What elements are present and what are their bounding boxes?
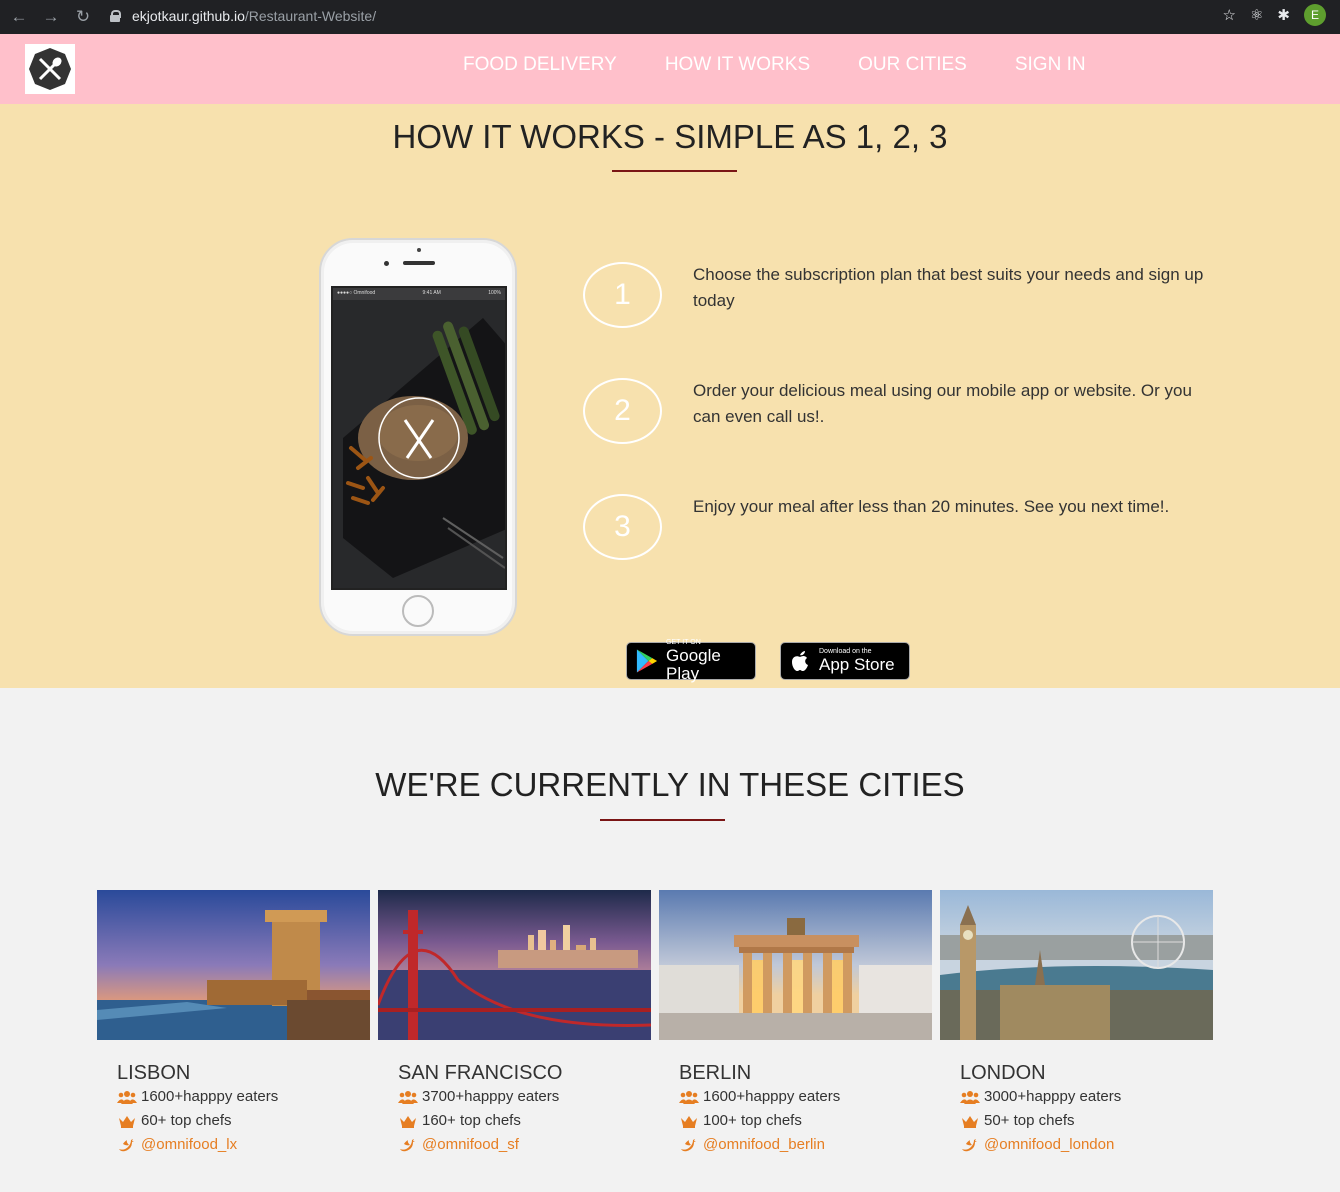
step-number: 3 (583, 494, 662, 560)
extensions-icon[interactable]: ✱ (1277, 6, 1290, 24)
city-name: SAN FRANCISCO (398, 1062, 563, 1084)
step-number: 2 (583, 378, 662, 444)
users-icon (398, 1091, 418, 1104)
san-francisco-photo (378, 890, 651, 1040)
step-text: Order your delicious meal using our mobi… (693, 381, 1192, 426)
chefs-stat: 60+ top chefs (117, 1109, 370, 1133)
nav-how-it-works[interactable]: HOW IT WORKS (665, 54, 810, 76)
reload-icon[interactable]: ↻ (70, 4, 96, 30)
city-card-berlin: BERLIN 1600+happpy eaters 100+ top chefs… (659, 890, 932, 1157)
site-logo[interactable] (25, 44, 75, 94)
how-it-works-section: HOW IT WORKS - SIMPLE AS 1, 2, 3 ●●●●○ O… (0, 104, 1340, 688)
google-play-badge[interactable]: GET IT ON Google Play (626, 639, 756, 683)
berlin-photo (659, 890, 932, 1040)
eaters-stat: 3700+happpy eaters (398, 1085, 651, 1109)
twitter-icon (119, 1139, 134, 1152)
google-play-big-text: Google Play (666, 646, 721, 683)
main-nav: FOOD DELIVERY HOW IT WORKS OUR CITIES SI… (463, 54, 1086, 76)
city-card-lisbon: LISBON 1600+happpy eaters 60+ top chefs … (97, 890, 370, 1157)
nav-sign-in[interactable]: SIGN IN (1015, 54, 1086, 76)
twitter-handle[interactable]: @omnifood_london (960, 1133, 1213, 1157)
crown-icon (119, 1116, 135, 1128)
eaters-stat: 3000+happpy eaters (960, 1085, 1213, 1109)
twitter-icon (681, 1139, 696, 1152)
city-name: BERLIN (679, 1062, 752, 1084)
browser-toolbar: ← → ↻ ekjotkaur.github.io/Restaurant-Web… (0, 0, 1340, 34)
back-icon[interactable]: ← (6, 4, 32, 30)
step-3: 3 Enjoy your meal after less than 20 min… (583, 494, 1223, 560)
city-card-san-francisco: SAN FRANCISCO 3700+happpy eaters 160+ to… (378, 890, 651, 1157)
title-underline (612, 170, 737, 172)
profile-avatar[interactable]: E (1304, 4, 1326, 26)
app-store-badge[interactable]: Download on the App Store (780, 642, 910, 680)
twitter-icon (400, 1139, 415, 1152)
users-icon (960, 1091, 980, 1104)
step-1: 1 Choose the subscription plan that best… (583, 262, 1223, 328)
city-name: LONDON (960, 1062, 1046, 1084)
address-bar[interactable]: ekjotkaur.github.io/Restaurant-Website/ (110, 4, 1230, 28)
step-number: 1 (583, 262, 662, 328)
nav-food-delivery[interactable]: FOOD DELIVERY (463, 54, 617, 76)
phone-home-button (402, 595, 434, 627)
step-text: Choose the subscription plan that best s… (693, 265, 1204, 310)
fork-knife-logo-icon (29, 48, 71, 90)
how-it-works-title: HOW IT WORKS - SIMPLE AS 1, 2, 3 (392, 118, 948, 155)
users-icon (117, 1091, 137, 1104)
city-name: LISBON (117, 1062, 191, 1084)
phone-mockup: ●●●●○ Omnifood 9:41 AM 100% (319, 238, 517, 636)
chefs-stat: 100+ top chefs (679, 1109, 932, 1133)
twitter-handle[interactable]: @omnifood_berlin (679, 1133, 932, 1157)
lisbon-photo (97, 890, 370, 1040)
lock-icon (110, 10, 121, 22)
chefs-stat: 50+ top chefs (960, 1109, 1213, 1133)
twitter-icon (962, 1139, 977, 1152)
apple-icon (792, 651, 808, 671)
site-header: FOOD DELIVERY HOW IT WORKS OUR CITIES SI… (0, 34, 1340, 104)
twitter-handle[interactable]: @omnifood_sf (398, 1133, 651, 1157)
cities-section: WE'RE CURRENTLY IN THESE CITIES LISBON 1… (0, 688, 1340, 1192)
title-underline (600, 819, 725, 821)
meal-photo (333, 300, 505, 588)
crown-icon (400, 1116, 416, 1128)
step-text: Enjoy your meal after less than 20 minut… (693, 497, 1170, 516)
google-play-icon (636, 649, 658, 673)
chefs-stat: 160+ top chefs (398, 1109, 651, 1133)
crown-icon (962, 1116, 978, 1128)
phone-speaker (403, 261, 435, 265)
url-host: ekjotkaur.github.io (132, 8, 245, 24)
app-store-big-text: App Store (819, 655, 895, 674)
eaters-stat: 1600+happpy eaters (679, 1085, 932, 1109)
phone-camera (384, 261, 389, 266)
step-2: 2 Order your delicious meal using our mo… (583, 378, 1223, 444)
twitter-handle[interactable]: @omnifood_lx (117, 1133, 370, 1157)
app-screen-image: ●●●●○ Omnifood 9:41 AM 100% (331, 286, 507, 590)
bookmark-star-icon[interactable]: ☆ (1223, 6, 1236, 24)
forward-icon[interactable]: → (38, 4, 64, 30)
users-icon (679, 1091, 699, 1104)
nav-our-cities[interactable]: OUR CITIES (858, 54, 967, 76)
react-devtools-icon[interactable]: ⚛ (1250, 6, 1263, 24)
eaters-stat: 1600+happpy eaters (117, 1085, 370, 1109)
city-card-london: LONDON 3000+happpy eaters 50+ top chefs … (940, 890, 1213, 1157)
crown-icon (681, 1116, 697, 1128)
london-photo (940, 890, 1213, 1040)
url-path: /Restaurant-Website/ (244, 8, 377, 24)
cities-title: WE'RE CURRENTLY IN THESE CITIES (375, 766, 965, 803)
